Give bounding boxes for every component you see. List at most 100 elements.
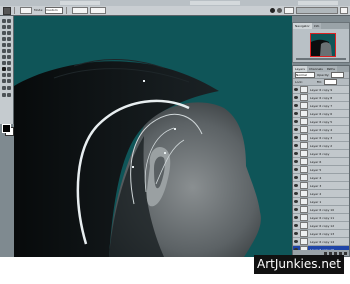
eye-icon[interactable]: [294, 168, 298, 171]
mode-select[interactable]: Custom: [45, 7, 64, 14]
gradient-tool-icon[interactable]: [7, 49, 11, 53]
options-right: [268, 7, 350, 14]
layer-row[interactable]: Layer 6 copy 7: [293, 102, 349, 110]
eye-icon[interactable]: [294, 208, 298, 211]
eye-icon[interactable]: [294, 200, 298, 203]
eye-icon[interactable]: [294, 224, 298, 227]
screen-mode-icon[interactable]: [2, 93, 6, 97]
panel-close-button[interactable]: [340, 7, 348, 14]
layer-row[interactable]: Layer 6 copy: [293, 150, 349, 158]
layer-name: Layer 6 copy 2: [310, 143, 333, 148]
opacity-field[interactable]: [331, 72, 345, 78]
palette-well[interactable]: [296, 7, 338, 14]
layer-row[interactable]: Layer 6 copy 13: [293, 230, 349, 238]
layer-row[interactable]: Layer 6 copy 9: [293, 86, 349, 94]
marquee-tool-icon[interactable]: [7, 19, 11, 23]
eye-icon[interactable]: [294, 184, 298, 187]
fill-field[interactable]: [323, 79, 337, 85]
eye-icon[interactable]: [294, 88, 298, 91]
eye-icon[interactable]: [294, 136, 298, 139]
blur-tool-icon[interactable]: [2, 55, 6, 59]
hand-tool-icon[interactable]: [2, 79, 6, 83]
eye-icon[interactable]: [294, 144, 298, 147]
layer-row[interactable]: Layer 6 copy 5: [293, 118, 349, 126]
layer-row[interactable]: Layer 3: [293, 182, 349, 190]
layer-row[interactable]: Layer 6 copy 12: [293, 222, 349, 230]
layer-row[interactable]: Layer 1: [293, 198, 349, 206]
document-canvas[interactable]: [14, 16, 292, 257]
lock-row: Lock: Fill:: [293, 79, 349, 86]
path-select-icon[interactable]: [2, 61, 6, 65]
flow-field[interactable]: [90, 7, 107, 14]
tab-navigator[interactable]: Navigator: [293, 23, 312, 29]
layer-row[interactable]: Layer 6 copy 4: [293, 126, 349, 134]
eye-icon[interactable]: [294, 96, 298, 99]
layer-name: Layer 6 copy 11: [310, 215, 335, 220]
slice-tool-icon[interactable]: [7, 31, 11, 35]
tab-info[interactable]: Info: [311, 23, 322, 29]
eye-icon[interactable]: [294, 176, 298, 179]
eye-icon[interactable]: [294, 160, 298, 163]
lock-label: Lock:: [295, 80, 303, 84]
eye-icon[interactable]: [294, 192, 298, 195]
notes-tool-icon[interactable]: [2, 73, 6, 77]
zoom-tool-icon[interactable]: [7, 79, 11, 83]
eyedropper-icon[interactable]: [7, 73, 11, 77]
layer-row[interactable]: Layer 6: [293, 158, 349, 166]
move-tool-icon[interactable]: [2, 19, 6, 23]
pen-tool-icon[interactable]: [2, 67, 6, 71]
layer-row[interactable]: Layer 6 copy 3: [293, 134, 349, 142]
quickmask-icon[interactable]: [7, 86, 11, 90]
history-brush-icon[interactable]: [7, 43, 11, 47]
eraser-tool-icon[interactable]: [2, 49, 6, 53]
imageready-icon[interactable]: [7, 93, 11, 97]
layer-row[interactable]: Layer 4: [293, 174, 349, 182]
blend-mode-select[interactable]: Normal: [295, 72, 315, 78]
eye-icon[interactable]: [294, 152, 298, 155]
zoom-slider[interactable]: [296, 58, 346, 60]
layer-name: Layer 6 copy 10: [310, 207, 335, 212]
layer-row[interactable]: Layer 6 copy 2: [293, 142, 349, 150]
workspace-button[interactable]: [284, 7, 294, 14]
eye-icon[interactable]: [294, 232, 298, 235]
airbrush-icon[interactable]: [270, 8, 275, 13]
healing-brush-icon[interactable]: [2, 37, 6, 41]
layer-row[interactable]: Layer 6 copy 8: [293, 94, 349, 102]
eye-icon[interactable]: [294, 104, 298, 107]
layer-row[interactable]: Layer 6 copy 6: [293, 110, 349, 118]
photoshop-window: Mode: Custom Navigator Info Layers Chann…: [0, 0, 350, 257]
eye-icon[interactable]: [294, 112, 298, 115]
layer-name: Layer 6 copy 3: [310, 135, 333, 140]
menu-segment[interactable]: [60, 1, 100, 5]
magic-wand-icon[interactable]: [7, 25, 11, 29]
navigator-thumbnail[interactable]: [310, 33, 336, 57]
eye-icon[interactable]: [294, 240, 298, 243]
layer-thumbnail: [300, 222, 308, 229]
trash-icon[interactable]: [344, 251, 347, 255]
layer-thumbnail: [300, 230, 308, 237]
shape-tool-icon[interactable]: [7, 67, 11, 71]
menu-segment[interactable]: [298, 1, 338, 5]
layer-row[interactable]: Layer 2: [293, 190, 349, 198]
dodge-tool-icon[interactable]: [7, 55, 11, 59]
brush-tool-icon[interactable]: [7, 37, 11, 41]
crop-tool-icon[interactable]: [2, 31, 6, 35]
palette-icon[interactable]: [277, 8, 282, 13]
stamp-tool-icon[interactable]: [2, 43, 6, 47]
foreground-color-swatch[interactable]: [2, 124, 11, 133]
layer-row[interactable]: Layer 6 copy 14: [293, 238, 349, 246]
eye-icon[interactable]: [294, 128, 298, 131]
type-tool-icon[interactable]: [7, 61, 11, 65]
opacity-field[interactable]: [72, 7, 89, 14]
menu-segment[interactable]: [190, 1, 240, 5]
layer-row[interactable]: Layer 6 copy 10: [293, 206, 349, 214]
lasso-tool-icon[interactable]: [2, 25, 6, 29]
brush-preset-icon[interactable]: [20, 7, 32, 14]
selection-tool-icon[interactable]: [3, 6, 11, 15]
layer-row[interactable]: Layer 6 copy 11: [293, 214, 349, 222]
layer-row[interactable]: Layer 5: [293, 166, 349, 174]
layer-name: Layer 3: [310, 183, 322, 188]
eye-icon[interactable]: [294, 216, 298, 219]
edit-mode-icon[interactable]: [2, 86, 6, 90]
eye-icon[interactable]: [294, 120, 298, 123]
